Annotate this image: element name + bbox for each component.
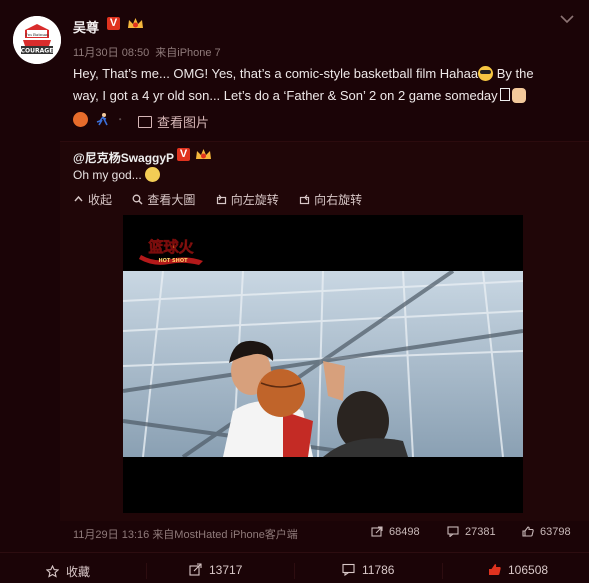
thumbs-up-icon <box>489 564 501 575</box>
repost-verified-badge-icon: V <box>177 148 190 161</box>
comment-icon <box>447 526 459 537</box>
avatar-logo-icon: I'm Batman COURAGE <box>13 16 61 64</box>
post-text-line-2: way, I got a 4 yr old son... Let’s do a … <box>73 88 498 103</box>
repost-button[interactable]: 13717 <box>189 563 242 577</box>
magnifier-icon <box>132 194 143 205</box>
repost-vip-crown-icon <box>196 149 211 159</box>
avatar-batman-text: I'm Batman <box>25 32 49 37</box>
rotate-left-label: 向左旋转 <box>230 193 279 207</box>
comment-count: 27381 <box>465 526 496 538</box>
rotate-left-icon <box>216 194 226 205</box>
show-logo-icon: 篮球火 HOT SHOT <box>139 238 203 265</box>
post-time[interactable]: 11月30日 08:50 <box>73 47 149 59</box>
view-large-label: 查看大圖 <box>147 193 196 207</box>
collapse-button[interactable]: 收起 <box>73 191 112 208</box>
video-logo-text: 篮球火 <box>147 238 194 256</box>
collapse-icon <box>74 195 83 202</box>
share-icon <box>189 563 202 576</box>
vip-crown-icon <box>128 18 143 28</box>
separator <box>294 563 295 579</box>
basketball-scene-icon <box>123 271 523 457</box>
favorite-label: 收藏 <box>66 565 91 579</box>
rotate-right-label: 向右旋转 <box>314 193 363 207</box>
separator <box>146 563 147 579</box>
view-image-link[interactable]: 查看图片 <box>138 112 209 131</box>
repost-count: 68498 <box>389 526 420 538</box>
image-icon <box>138 116 152 128</box>
favorite-button[interactable]: 收藏 <box>46 563 90 580</box>
like-button-count: 106508 <box>508 563 549 577</box>
repost-text: Oh my god... <box>73 167 161 182</box>
post-text-line-1: Hey, That’s me... OMG! Yes, that’s a com… <box>73 66 479 81</box>
username[interactable]: 吴尊 <box>73 17 99 36</box>
like-button[interactable]: 106508 <box>488 563 548 577</box>
comment-button-count: 11786 <box>362 563 395 577</box>
video-logo-sub: HOT SHOT <box>158 258 188 264</box>
sunglasses-emoji-icon <box>478 66 494 81</box>
chevron-down-icon[interactable] <box>560 14 574 24</box>
repost-count-link[interactable]: 68498 <box>371 526 420 538</box>
thumbs-up-icon <box>522 526 534 537</box>
image-toolbar: 收起 查看大圖 向左旋转 向右旋转 <box>73 191 379 208</box>
rotate-left-button[interactable]: 向左旋转 <box>216 191 279 208</box>
repost-source: 来自MostHated iPhone客户端 <box>152 529 298 541</box>
repost-time[interactable]: 11月29日 13:16 <box>73 529 149 541</box>
collapse-label: 收起 <box>88 193 113 207</box>
video-logo: 篮球火 HOT SHOT <box>137 233 207 267</box>
repost-text-content: Oh my god... <box>73 168 142 182</box>
share-icon <box>371 526 383 537</box>
view-large-button[interactable]: 查看大圖 <box>132 191 195 208</box>
comment-count-link[interactable]: 27381 <box>447 526 496 538</box>
view-image-label: 查看图片 <box>157 115 210 130</box>
repost-meta: 11月29日 13:16 来自MostHated iPhone客户端 <box>73 526 298 542</box>
like-count-link[interactable]: 63798 <box>522 526 571 538</box>
post-meta: 11月30日 08:50 来自iPhone 7 <box>73 44 227 60</box>
face-emoji-icon <box>145 167 161 182</box>
post-text-line-1b: By the <box>493 66 534 81</box>
verified-badge-icon: V <box>107 17 120 30</box>
comment-icon <box>342 563 355 576</box>
basketball-emoji-icon <box>73 112 88 128</box>
star-icon <box>46 565 59 578</box>
comment-button[interactable]: 11786 <box>342 563 394 577</box>
post-text: Hey, That’s me... OMG! Yes, that’s a com… <box>73 63 578 107</box>
like-count: 63798 <box>540 526 571 538</box>
rotate-right-icon <box>299 194 310 205</box>
emoji-row <box>73 111 129 129</box>
divider <box>0 552 589 553</box>
video-image[interactable] <box>123 271 523 457</box>
post-source: 来自iPhone 7 <box>155 47 221 59</box>
repost-username[interactable]: @尼克杨SwaggyP <box>73 149 174 166</box>
flexed-biceps-emoji-icon <box>511 88 526 103</box>
separator <box>442 563 443 579</box>
avatar[interactable]: I'm Batman COURAGE <box>13 16 61 64</box>
missing-glyph-icon <box>499 88 510 101</box>
rotate-right-button[interactable]: 向右旋转 <box>299 191 362 208</box>
repost-button-count: 13717 <box>209 563 243 577</box>
runner-emoji-icon <box>97 113 109 126</box>
avatar-courage-text: COURAGE <box>21 48 54 55</box>
sparkle-emoji-icon <box>118 118 122 121</box>
